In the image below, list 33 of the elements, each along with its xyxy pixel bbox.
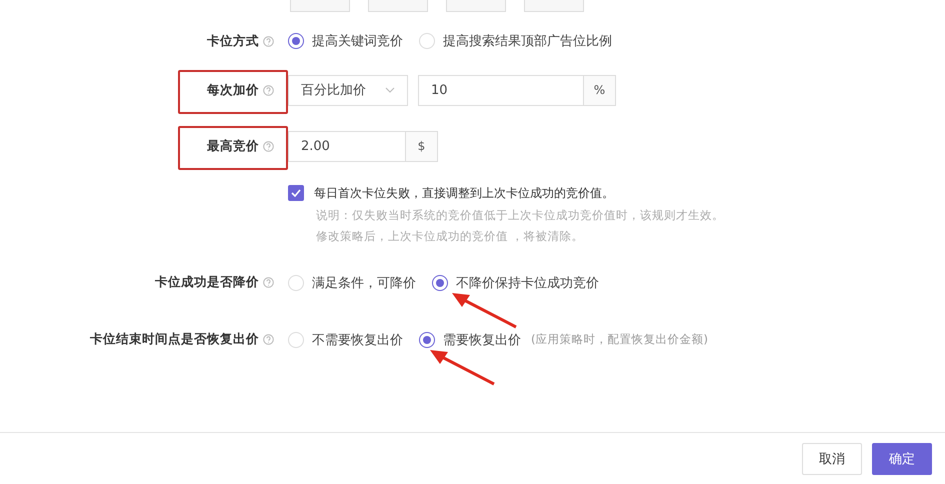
input-field[interactable]: 2.00 $ [288,130,438,162]
radio-icon[interactable] [419,332,435,348]
caret-icon [385,87,395,93]
radio-option[interactable]: 提高搜索结果顶部广告位比例 [419,32,612,50]
help-icon [263,84,274,96]
checkbox[interactable] [288,185,304,201]
note-text: 修改策略后，上次卡位成功的竞价值 ，将被清除。 [316,228,585,244]
field-label: 最高竞价 [207,138,259,154]
help-icon [263,140,274,152]
input-field[interactable]: 10 % [418,74,616,106]
unit-label: $ [405,132,437,160]
field-label: 每次加价 [207,82,259,98]
radio-icon[interactable] [288,33,304,49]
help-icon [263,334,274,345]
radio-option[interactable]: 提高关键词竞价 [288,32,403,50]
radio-option[interactable]: 需要恢复出价 [419,330,521,348]
field-label: 卡位方式 [207,32,259,50]
unit-label: % [583,76,615,104]
cancel-button[interactable]: 取消 [802,442,862,474]
field-label: 卡位结束时间点是否恢复出价 [90,331,259,348]
check-icon [291,189,301,197]
field-label: 卡位成功是否降价 [155,274,259,291]
note-text: 说明：仅失败当时系统的竞价值低于上次卡位成功竞价值时，该规则才生效。 [316,208,725,222]
radio-icon[interactable] [432,274,448,290]
hint-text: (应用策略时，配置恢复出价金额) [531,332,708,347]
radio-option[interactable]: 不降价保持卡位成功竞价 [432,274,599,292]
checkbox-label[interactable]: 每日首次卡位失败，直接调整到上次卡位成功的竞价值。 [288,184,945,202]
help-icon [263,36,274,46]
radio-option[interactable]: 不需要恢复出价 [288,330,403,348]
radio-option[interactable]: 满足条件，可降价 [288,274,416,292]
confirm-button[interactable]: 确定 [872,442,932,474]
dropdown[interactable]: 百分比加价 [288,74,408,106]
help-icon [263,277,274,288]
